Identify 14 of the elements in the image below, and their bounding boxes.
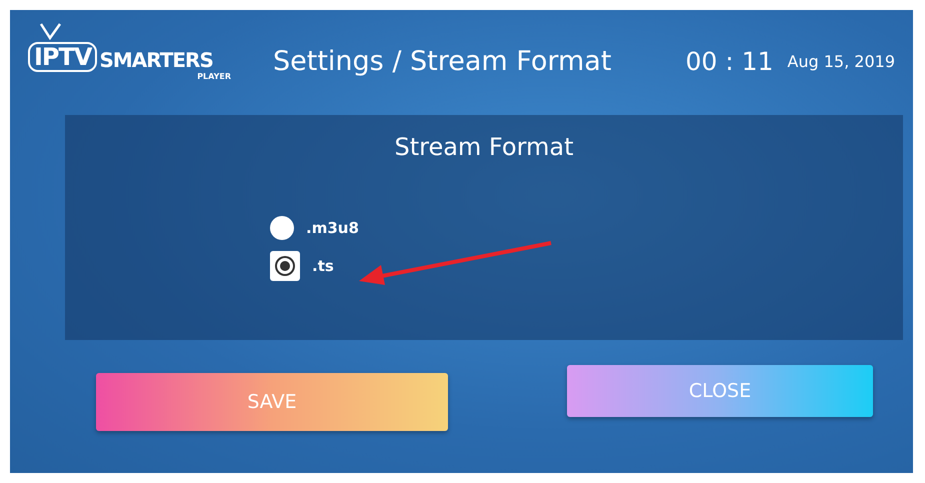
date-text: Aug 15, 2019 (787, 52, 895, 70)
antenna-icon (38, 22, 64, 40)
radio-button[interactable] (270, 251, 300, 281)
option-label: .m3u8 (306, 219, 359, 237)
logo-subtext: PLAYER (197, 72, 231, 80)
close-button[interactable]: CLOSE (567, 365, 873, 417)
radio-button[interactable] (270, 216, 294, 240)
page-title: Settings / Stream Format (273, 46, 612, 76)
option-label: .ts (312, 257, 334, 275)
panel-title: Stream Format (394, 133, 574, 161)
save-button[interactable]: SAVE (96, 373, 448, 431)
clock-time: 00 : 11 (685, 46, 774, 76)
logo-text: SMARTERS (99, 48, 213, 72)
logo-text: IPTV (28, 42, 98, 72)
